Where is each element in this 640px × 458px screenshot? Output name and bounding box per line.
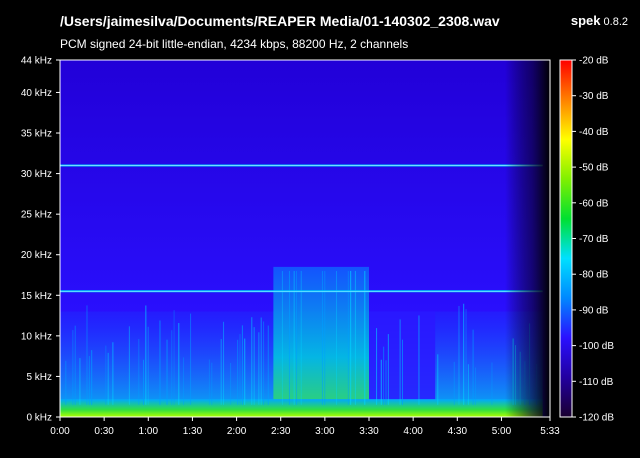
stripe bbox=[399, 319, 401, 405]
stripe bbox=[241, 325, 243, 405]
stripe bbox=[223, 321, 225, 405]
time-axis: 0:00 0:30 1:00 1:30 2:00 2:30 3:00 3:30 4:00 4:30… bbox=[50, 417, 560, 437]
y-tick-label: 40 kHz bbox=[21, 88, 52, 99]
dense-segment bbox=[273, 266, 370, 417]
y-tick-label: 35 kHz bbox=[21, 129, 52, 140]
stripe bbox=[239, 334, 241, 405]
stripe bbox=[107, 352, 109, 405]
stripe bbox=[237, 339, 239, 405]
y-tick-label: 0 kHz bbox=[26, 413, 52, 424]
stripe bbox=[230, 362, 232, 405]
spectrogram-chart: 0:00 0:30 1:00 1:30 2:00 2:30 3:00 3:30 4:00 4:30… bbox=[21, 56, 614, 438]
colorbar-tick-label: -90 dB bbox=[579, 305, 609, 316]
stripe bbox=[263, 321, 265, 405]
stripe bbox=[142, 359, 144, 405]
stripe bbox=[220, 339, 222, 405]
stripe bbox=[190, 313, 192, 405]
y-tick-label: 5 kHz bbox=[26, 372, 52, 383]
colorbar-tick-label: -70 dB bbox=[579, 234, 609, 245]
stripe bbox=[145, 305, 147, 405]
stripe bbox=[72, 330, 74, 405]
colorbar-scale bbox=[560, 60, 572, 417]
stripe bbox=[467, 364, 469, 405]
x-tick-label: 5:00 bbox=[492, 426, 512, 437]
stripe bbox=[171, 330, 173, 405]
stripe bbox=[112, 342, 114, 405]
colorbar: -20 dB -30 dB -40 dB -50 dB -60 dB -70 dB -80 … bbox=[559, 56, 614, 424]
x-tick-label: 0:00 bbox=[50, 426, 70, 437]
frequency-axis: 0 kHz 5 kHz 10 kHz 15 kHz 20 kHz 25 kHz 30 kHz… bbox=[21, 56, 60, 424]
x-tick-label: 3:30 bbox=[359, 426, 379, 437]
x-tick-label: 1:30 bbox=[183, 426, 203, 437]
stripe bbox=[401, 339, 403, 405]
x-tick-label: 1:00 bbox=[139, 426, 159, 437]
x-tick-label: 3:00 bbox=[315, 426, 335, 437]
stripe bbox=[465, 309, 467, 405]
stripe bbox=[178, 323, 180, 405]
colorbar-tick-label: -100 dB bbox=[579, 341, 614, 352]
stripe bbox=[385, 360, 387, 405]
stripe bbox=[267, 325, 269, 405]
stripe bbox=[86, 305, 88, 405]
colorbar-tick-label: -50 dB bbox=[579, 163, 609, 174]
stripe bbox=[387, 334, 389, 405]
y-tick-label: 20 kHz bbox=[21, 250, 52, 261]
stripe bbox=[65, 360, 67, 405]
x-tick-label: 2:30 bbox=[271, 426, 291, 437]
stripe bbox=[418, 315, 420, 405]
stripe bbox=[491, 362, 493, 405]
stripe bbox=[453, 361, 455, 405]
stripe bbox=[251, 317, 253, 405]
stripe bbox=[79, 358, 81, 405]
stripe bbox=[253, 327, 255, 405]
colorbar-tick-label: -20 dB bbox=[579, 56, 609, 67]
stripe bbox=[472, 329, 474, 405]
colorbar-tick-label: -60 dB bbox=[579, 198, 609, 209]
end-fade bbox=[505, 60, 550, 417]
stripe bbox=[258, 332, 260, 405]
stripe bbox=[380, 359, 382, 405]
stripe bbox=[376, 328, 378, 405]
stripe bbox=[474, 367, 476, 405]
stripe bbox=[211, 362, 213, 405]
stripe bbox=[463, 303, 465, 405]
y-tick-label: 15 kHz bbox=[21, 291, 52, 302]
spectrogram-plot bbox=[59, 59, 551, 418]
stripe bbox=[260, 317, 262, 405]
stripe bbox=[208, 359, 210, 405]
stripe bbox=[383, 346, 385, 405]
x-tick-label: 4:30 bbox=[448, 426, 468, 437]
colorbar-tick-label: -110 dB bbox=[579, 377, 614, 388]
colorbar-tick-label: -30 dB bbox=[579, 91, 609, 102]
colorbar-tick-label: -40 dB bbox=[579, 127, 609, 138]
x-tick-label: 4:00 bbox=[403, 426, 423, 437]
x-tick-label: 0:30 bbox=[94, 426, 114, 437]
stripe bbox=[88, 356, 90, 405]
stripe bbox=[458, 305, 460, 405]
stripe bbox=[147, 326, 149, 405]
stripe bbox=[244, 338, 246, 405]
stripe bbox=[128, 326, 130, 405]
x-tick-label: 5:33 bbox=[540, 426, 560, 437]
colorbar-tick-label: -120 dB bbox=[579, 413, 614, 424]
y-tick-label: 30 kHz bbox=[21, 169, 52, 180]
colorbar-tick-label: -80 dB bbox=[579, 270, 609, 281]
y-tick-label: 10 kHz bbox=[21, 331, 52, 342]
stripe bbox=[74, 325, 76, 405]
y-tick-label: 25 kHz bbox=[21, 210, 52, 221]
stripe bbox=[173, 310, 175, 405]
y-tick-label: 44 kHz bbox=[21, 56, 52, 67]
stripe bbox=[183, 357, 185, 405]
stripe bbox=[437, 354, 439, 405]
stripe bbox=[159, 320, 161, 405]
stripe bbox=[105, 345, 107, 405]
stripe bbox=[166, 339, 168, 405]
stripe bbox=[138, 339, 140, 405]
stripe bbox=[91, 350, 93, 405]
x-tick-label: 2:00 bbox=[227, 426, 247, 437]
